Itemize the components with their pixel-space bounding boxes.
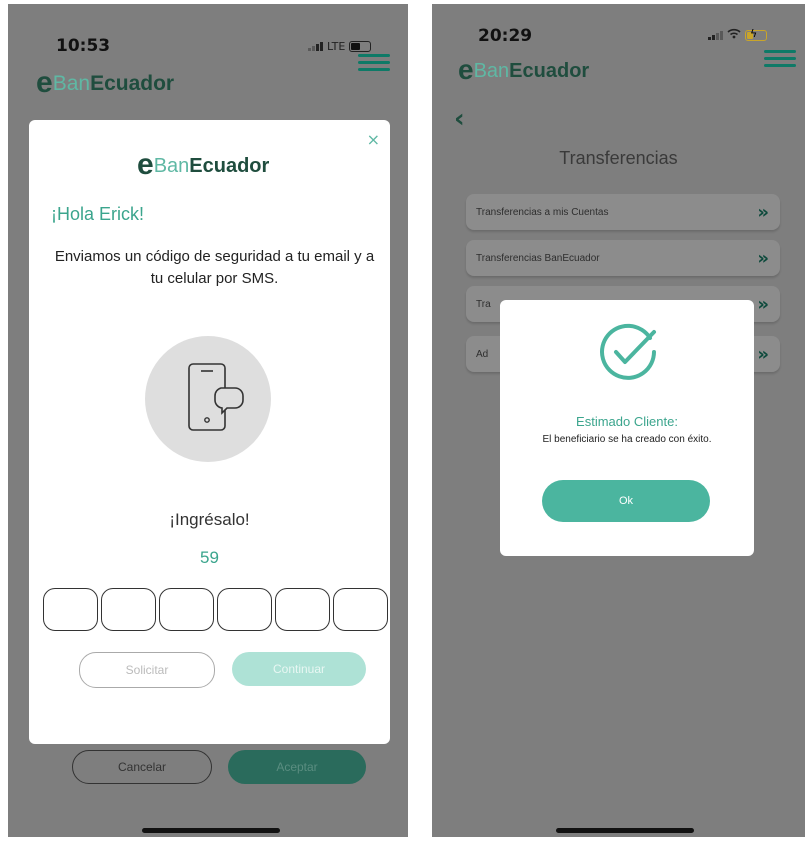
home-indicator (556, 828, 694, 833)
double-chevron-icon: » (757, 343, 769, 365)
phone-screen-left: 10:53 LTE e BanEcuador × e BanEcuador ¡H… (8, 4, 408, 837)
dialog-title: Estimado Cliente: (576, 414, 678, 429)
ok-button[interactable]: Ok (542, 480, 710, 522)
check-circle-icon (596, 320, 660, 384)
code-digit-input[interactable] (217, 588, 272, 631)
continuar-button[interactable]: Continuar (232, 652, 366, 686)
greeting: ¡Hola Erick! (51, 204, 145, 224)
status-time: 10:53 (56, 36, 111, 56)
hamburger-icon[interactable] (358, 54, 390, 71)
double-chevron-icon: » (757, 293, 769, 315)
brand-part2: Ecuador (509, 59, 590, 82)
signal-icon (308, 42, 323, 51)
menu-item-label: Transferencias a mis Cuentas (476, 206, 609, 218)
code-digit-input[interactable] (43, 588, 98, 631)
status-time: 20:29 (478, 26, 533, 46)
page-title: Transferencias (559, 148, 678, 168)
brand-logo: e BanEcuador (36, 68, 174, 98)
cancelar-button[interactable]: Cancelar (72, 750, 212, 784)
code-prompt: ¡Ingrésalo! (169, 510, 250, 529)
menu-item-label: Ad (476, 348, 489, 360)
solicitar-button[interactable]: Solicitar (79, 652, 215, 688)
countdown-timer: 59 (200, 548, 219, 567)
logo-mark-icon: e (137, 148, 154, 181)
menu-item-transferencias-banecuador[interactable]: Transferencias BanEcuador » (466, 240, 780, 276)
logo-mark-icon: e (36, 66, 53, 99)
aceptar-button[interactable]: Aceptar (228, 750, 366, 784)
battery-icon (349, 41, 372, 52)
code-digit-input[interactable] (275, 588, 330, 631)
menu-item-label: Tra (476, 298, 491, 310)
menu-item-transferencias-mis-cuentas[interactable]: Transferencias a mis Cuentas » (466, 194, 780, 230)
phone-sms-icon (145, 336, 271, 462)
brand-part1: Ban (473, 59, 510, 82)
back-icon[interactable]: ‹ (454, 104, 465, 134)
brand-part1: Ban (52, 71, 91, 95)
success-dialog: Estimado Cliente: El beneficiario se ha … (500, 300, 754, 556)
code-digit-input[interactable] (101, 588, 156, 631)
brand-part2: Ecuador (90, 71, 175, 95)
logo-mark-icon: e (458, 54, 474, 85)
close-icon[interactable]: × (367, 130, 380, 149)
hamburger-icon[interactable] (764, 50, 796, 67)
brand-part2: Ecuador (189, 154, 270, 177)
wifi-icon (727, 28, 741, 42)
phone-screen-right: 20:29 e BanEcuador ‹ Transferencias Tran… (432, 4, 805, 837)
battery-icon (745, 27, 767, 41)
code-input-row (43, 588, 388, 631)
code-digit-input[interactable] (159, 588, 214, 631)
verification-modal: × e BanEcuador ¡Hola Erick! Enviamos un … (29, 120, 390, 744)
brand-logo: e BanEcuador (458, 56, 589, 84)
dialog-message: El beneficiario se ha creado con éxito. (542, 434, 712, 445)
double-chevron-icon: » (757, 201, 769, 223)
menu-item-label: Transferencias BanEcuador (476, 252, 600, 264)
network-label: LTE (327, 40, 346, 53)
signal-icon (708, 30, 723, 40)
home-indicator (142, 828, 280, 833)
status-icons: LTE (308, 40, 372, 53)
brand-part1: Ban (153, 154, 190, 177)
double-chevron-icon: » (757, 247, 769, 269)
modal-brand-logo: e BanEcuador (137, 150, 269, 180)
status-icons (708, 27, 767, 42)
instructions-text: Enviamos un código de seguridad a tu ema… (54, 248, 375, 287)
code-digit-input[interactable] (333, 588, 388, 631)
